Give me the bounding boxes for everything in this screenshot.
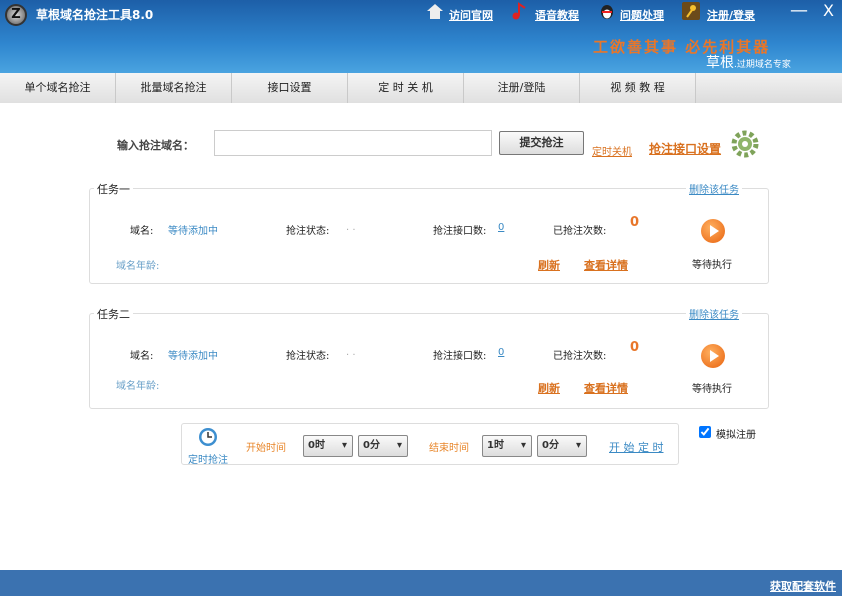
- scheduled-grab-panel: 定时抢注 开始时间 0时 0分 结束时间 1时 0分 开 始 定 时: [181, 423, 679, 466]
- view-details-link[interactable]: 查看详情: [584, 257, 628, 273]
- register-login-link[interactable]: 注册/登录: [707, 7, 755, 23]
- clock-icon: [199, 428, 217, 446]
- simulate-register-checkbox[interactable]: [699, 426, 711, 438]
- view-details-link[interactable]: 查看详情: [584, 380, 628, 396]
- brand-text: 草根.过期域名专家: [706, 52, 791, 72]
- start-timer-button[interactable]: 开 始 定 时: [609, 439, 664, 455]
- simulate-register-label: 模拟注册: [716, 430, 756, 441]
- api-settings-link[interactable]: 抢注接口设置: [649, 140, 721, 157]
- start-hour-select[interactable]: 0时: [303, 435, 353, 457]
- play-icon[interactable]: [701, 219, 725, 243]
- delete-task-link[interactable]: 删除该任务: [686, 181, 742, 196]
- end-hour-select[interactable]: 1时: [482, 435, 532, 457]
- get-companion-software-link[interactable]: 获取配套软件: [770, 578, 836, 594]
- status-value: . .: [346, 347, 356, 358]
- brand-name: 草根: [706, 55, 734, 71]
- minimize-button[interactable]: —: [790, 0, 808, 21]
- domain-age-label: 域名年龄:: [116, 261, 160, 272]
- status-label: 抢注状态:: [286, 226, 330, 237]
- domain-input[interactable]: [214, 130, 492, 156]
- end-minute-select[interactable]: 0分: [537, 435, 587, 457]
- scheduled-shutdown-link[interactable]: 定时关机: [592, 143, 632, 158]
- task-title: 任务二: [94, 306, 133, 322]
- api-count-value[interactable]: 0: [498, 222, 504, 233]
- api-count-label: 抢注接口数:: [433, 351, 487, 362]
- refresh-link[interactable]: 刷新: [538, 380, 560, 396]
- brand-subtitle: .过期域名专家: [734, 60, 791, 70]
- visit-website-link[interactable]: 访问官网: [449, 7, 493, 23]
- voice-tutorial-link[interactable]: 语音教程: [535, 7, 579, 23]
- footer-bar: 获取配套软件: [0, 570, 842, 596]
- domain-input-label: 输入抢注域名：: [117, 139, 194, 152]
- api-count-value[interactable]: 0: [498, 347, 504, 358]
- submit-button[interactable]: 提交抢注: [499, 131, 584, 155]
- task-panel-1: 任务一 删除该任务 域名: 等待添加中 抢注状态: . . 抢注接口数: 0 已…: [89, 181, 769, 284]
- penguin-icon: [601, 5, 613, 19]
- domain-value: 等待添加中: [168, 226, 218, 237]
- tab-batch-domain[interactable]: 批量域名抢注: [116, 73, 232, 103]
- attempt-count-label: 已抢注次数:: [553, 226, 607, 237]
- tab-scheduled-shutdown[interactable]: 定 时 关 机: [348, 73, 464, 103]
- domain-label: 域名:: [130, 226, 154, 237]
- app-title: 草根域名抢注工具8.0: [36, 8, 154, 22]
- start-minute-select[interactable]: 0分: [358, 435, 408, 457]
- attempt-count-label: 已抢注次数:: [553, 351, 607, 362]
- delete-task-link[interactable]: 删除该任务: [686, 306, 742, 321]
- close-button[interactable]: X: [823, 1, 834, 20]
- music-note-icon: [512, 2, 526, 20]
- key-icon: [682, 2, 700, 20]
- attempt-count-value: 0: [630, 215, 640, 230]
- gear-icon[interactable]: [731, 130, 759, 158]
- nav-tabs: 单个域名抢注 批量域名抢注 接口设置 定 时 关 机 注册/登陆 视 频 教 程: [0, 73, 842, 103]
- attempt-count-value: 0: [630, 340, 640, 355]
- app-logo: Z: [5, 4, 27, 26]
- refresh-link[interactable]: 刷新: [538, 257, 560, 273]
- tab-video-tutorial[interactable]: 视 频 教 程: [580, 73, 696, 103]
- play-icon[interactable]: [701, 344, 725, 368]
- tab-single-domain[interactable]: 单个域名抢注: [0, 73, 116, 103]
- end-time-label: 结束时间: [429, 443, 469, 454]
- domain-value: 等待添加中: [168, 351, 218, 362]
- problem-handling-link[interactable]: 问题处理: [620, 7, 664, 23]
- task-panel-2: 任务二 删除该任务 域名: 等待添加中 抢注状态: . . 抢注接口数: 0 已…: [89, 306, 769, 409]
- run-status: 等待执行: [692, 260, 732, 271]
- status-label: 抢注状态:: [286, 351, 330, 362]
- run-status: 等待执行: [692, 384, 732, 395]
- task-title: 任务一: [94, 181, 133, 197]
- scheduled-grab-label: 定时抢注: [188, 455, 228, 466]
- tab-api-settings[interactable]: 接口设置: [232, 73, 348, 103]
- status-value: . .: [346, 222, 356, 233]
- domain-label: 域名:: [130, 351, 154, 362]
- start-time-label: 开始时间: [246, 443, 286, 454]
- tab-register-login[interactable]: 注册/登陆: [464, 73, 580, 103]
- home-icon: [427, 4, 443, 19]
- api-count-label: 抢注接口数:: [433, 226, 487, 237]
- domain-age-label: 域名年龄:: [116, 381, 160, 392]
